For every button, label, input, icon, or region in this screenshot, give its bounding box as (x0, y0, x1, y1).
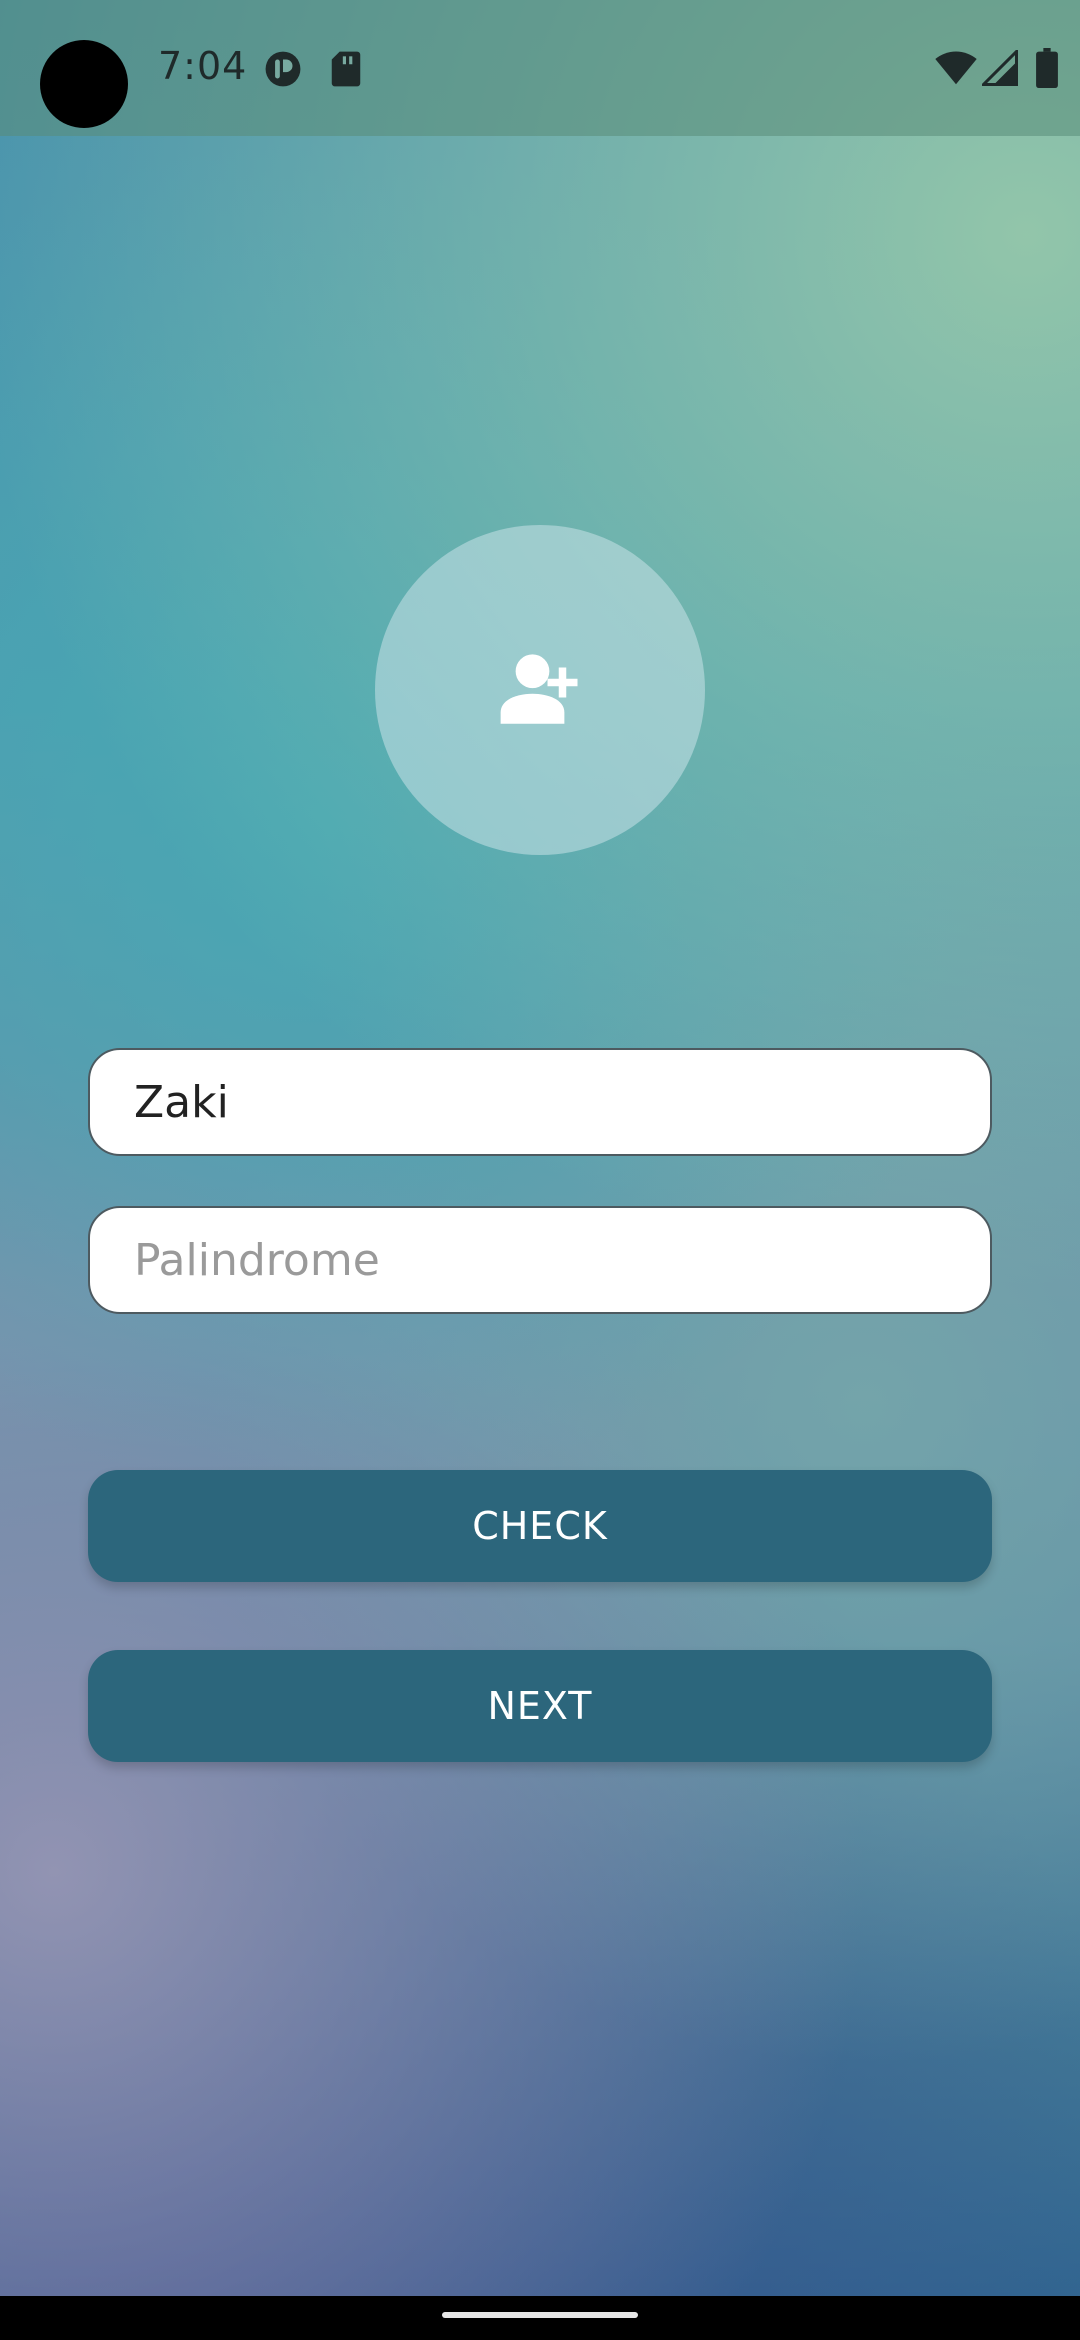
name-input-value: Zaki (134, 1076, 229, 1128)
battery-icon (1036, 48, 1058, 88)
status-time: 7:04 (158, 44, 248, 88)
check-button-label: CHECK (472, 1504, 608, 1548)
signal-icon (982, 50, 1018, 86)
app-notification-icon (265, 51, 301, 87)
sd-card-icon (331, 51, 361, 87)
palindrome-input-placeholder: Palindrome (134, 1234, 380, 1286)
palindrome-input[interactable]: Palindrome (88, 1206, 992, 1314)
next-button-label: NEXT (487, 1684, 593, 1728)
wifi-icon (935, 51, 977, 85)
name-input[interactable]: Zaki (88, 1048, 992, 1156)
check-button[interactable]: CHECK (88, 1470, 992, 1582)
avatar-picker[interactable] (375, 525, 705, 855)
background-gradient (0, 0, 1080, 2340)
status-bar: 7:04 (0, 0, 1080, 136)
next-button[interactable]: NEXT (88, 1650, 992, 1762)
navigation-bar (0, 2296, 1080, 2340)
home-indicator[interactable] (442, 2312, 638, 2318)
camera-cutout (40, 40, 128, 128)
add-user-icon (500, 654, 578, 724)
